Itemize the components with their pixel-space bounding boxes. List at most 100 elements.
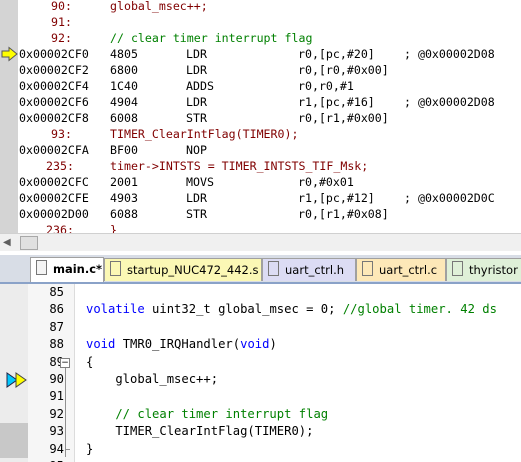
source-line-code: global_msec++; xyxy=(110,0,208,13)
tab-startup-nuc472-442-s[interactable]: startup_NUC472_442.s xyxy=(104,258,262,281)
changed-line-marker xyxy=(0,423,28,441)
editor-line[interactable]: 87 xyxy=(0,319,521,336)
disassembly-line[interactable]: 0x00002CF0 4805 LDR r0,[pc,#20] ; @0x00002D0… xyxy=(0,46,521,62)
line-number: 94 xyxy=(49,441,64,456)
editor-line[interactable]: 88 void TMR0_IRQHandler(void) xyxy=(0,336,521,353)
minus-box-icon[interactable]: − xyxy=(60,357,70,368)
changed-line-marker xyxy=(0,440,28,458)
file-icon xyxy=(268,261,279,276)
line-number: 90 xyxy=(49,372,64,386)
instruction-opcode: 4903 xyxy=(110,191,138,205)
editor-line[interactable]: 94} xyxy=(0,441,521,458)
instruction-opcode: 4805 xyxy=(110,47,138,61)
instruction-address: 0x00002CF4 xyxy=(19,79,89,93)
file-icon xyxy=(452,261,463,276)
editor-line[interactable]: 86 volatile uint32_t global_msec = 0; //g… xyxy=(0,301,521,318)
source-line-code: // clear timer interrupt flag xyxy=(110,31,313,45)
disassembly-line[interactable]: 0x00002CFE 4903 LDR r1,[pc,#12] ; @0x00002D0… xyxy=(0,190,521,206)
instruction-mnemonic: LDR xyxy=(186,95,207,109)
editor-line[interactable]: 89 { xyxy=(0,354,521,371)
line-code: volatile uint32_t global_msec = 0; //glo… xyxy=(86,301,497,318)
instruction-mnemonic: ADDS xyxy=(186,79,214,93)
code-token: uint32_t global_msec = 0; xyxy=(144,302,343,317)
editor-line[interactable]: 92 // clear timer interrupt flag xyxy=(0,406,521,423)
source-line[interactable]: 235: timer->INTSTS = TIMER_INTSTS_TIF_Msk… xyxy=(0,158,521,174)
line-number: 89 xyxy=(49,354,64,369)
instruction-opcode: 6008 xyxy=(110,111,138,125)
instruction-address: 0x00002CFC xyxy=(19,175,89,189)
source-line[interactable]: 93: TIMER_ClearIntFlag(TIMER0); xyxy=(0,126,521,142)
instruction-address: 0x00002D00 xyxy=(19,207,89,221)
disassembly-line[interactable]: 0x00002CF4 1C40 ADDS r0,r0,#1 xyxy=(0,78,521,94)
source-line-number: 235: xyxy=(46,159,74,173)
file-icon xyxy=(110,261,121,276)
source-editor[interactable]: 85 86 volatile uint32_t global_msec = 0; /… xyxy=(0,284,521,462)
instruction-address: 0x00002CFE xyxy=(19,191,89,205)
code-token: { xyxy=(86,354,94,369)
editor-line[interactable]: 95 xyxy=(0,458,521,462)
editor-line[interactable]: 93 TIMER_ClearIntFlag(TIMER0); xyxy=(0,423,521,440)
source-line[interactable]: 90: global_msec++; xyxy=(0,0,521,14)
editor-line[interactable]: 91 xyxy=(0,388,521,405)
disassembly-line[interactable]: 0x00002CF2 6800 LDR r0,[r0,#0x00] xyxy=(0,62,521,78)
tab-uart-ctrl-c[interactable]: uart_ctrl.c xyxy=(356,258,446,281)
instruction-mnemonic: STR xyxy=(186,111,207,125)
line-number: 92 xyxy=(49,406,64,421)
instruction-address: 0x00002CF8 xyxy=(19,111,89,125)
yellow-arrow-icon xyxy=(1,46,18,62)
source-line[interactable]: 92: // clear timer interrupt flag xyxy=(0,30,521,46)
disassembly-line[interactable]: 0x00002CF8 6008 STR r0,[r1,#0x00] xyxy=(0,110,521,126)
source-line-number: 92: xyxy=(51,31,72,45)
line-number: 91 xyxy=(49,389,64,404)
disassembly-line[interactable]: 0x00002CFA BF00 NOP xyxy=(0,142,521,158)
tab-uart-ctrl-h[interactable]: uart_ctrl.h xyxy=(262,258,356,281)
instruction-mnemonic: LDR xyxy=(186,63,207,77)
instruction-opcode: 6800 xyxy=(110,63,138,77)
instruction-address: 0x00002CFA xyxy=(19,143,89,157)
tab-thyristor[interactable]: thyristor xyxy=(446,258,521,281)
scroll-left-icon[interactable]: ◀ xyxy=(3,237,11,248)
disassembly-line[interactable]: 0x00002CF6 4904 LDR r1,[pc,#16] ; @0x00002D0… xyxy=(0,94,521,110)
disassembly-line[interactable]: 0x00002CFC 2001 MOVS r0,#0x01 xyxy=(0,174,521,190)
instruction-operands: r0,[r1,#0x00] xyxy=(298,111,389,125)
instruction-opcode: 4904 xyxy=(110,95,138,109)
line-number: 86 xyxy=(49,302,64,317)
file-icon xyxy=(362,261,373,276)
instruction-operands: r0,[r1,#0x08] xyxy=(298,207,389,221)
tab-label: main.c* xyxy=(53,262,103,276)
instruction-operands: r0,[pc,#20] xyxy=(298,47,375,61)
source-line-number: 91: xyxy=(51,15,72,29)
comment-token: // clear timer interrupt flag xyxy=(86,406,329,421)
instruction-operands: r0,r0,#1 xyxy=(298,79,354,93)
disassembly-line[interactable]: 0x00002D00 6088 STR r0,[r1,#0x08] xyxy=(0,206,521,222)
instruction-comment: ; @0x00002D08 xyxy=(404,47,495,61)
comment-token: //global timer. 42 ds xyxy=(342,302,497,317)
source-line-code: timer->INTSTS = TIMER_INTSTS_TIF_Msk; xyxy=(110,159,369,173)
source-line-number: 90: xyxy=(51,0,72,13)
instruction-operands: r1,[pc,#16] xyxy=(298,95,375,109)
instruction-address: 0x00002CF0 xyxy=(19,47,89,61)
keyword-token: void xyxy=(240,337,270,352)
source-line[interactable]: 91: xyxy=(0,14,521,30)
editor-tab-bar: main.c* startup_NUC472_442.s uart_ctrl.h ua… xyxy=(0,255,521,284)
line-number: 95 xyxy=(28,458,64,462)
editor-line[interactable]: 90 global_msec++; xyxy=(0,371,521,388)
horizontal-scrollbar[interactable]: ◀ xyxy=(0,233,521,251)
instruction-operands: r1,[pc,#12] xyxy=(298,191,375,205)
tab-main-c[interactable]: main.c* xyxy=(30,257,104,282)
line-code: void TMR0_IRQHandler(void) xyxy=(86,336,277,353)
disassembly-window[interactable]: 90: global_msec++; 91: 92: // clear timer in… xyxy=(0,0,521,234)
instruction-comment: ; @0x00002D08 xyxy=(404,95,495,109)
instruction-mnemonic: MOVS xyxy=(186,175,214,189)
instruction-mnemonic: LDR xyxy=(186,47,207,61)
line-number: 93 xyxy=(49,424,64,439)
code-token: TIMER_ClearIntFlag(TIMER0); xyxy=(86,424,314,439)
instruction-opcode: BF00 xyxy=(110,143,138,157)
keyword-token: volatile xyxy=(86,302,145,317)
line-number: 88 xyxy=(49,337,64,352)
scrollbar-thumb[interactable] xyxy=(20,236,38,250)
tab-label: startup_NUC472_442.s xyxy=(127,263,259,277)
editor-line[interactable]: 85 xyxy=(0,284,521,301)
line-code: global_msec++; xyxy=(86,371,218,388)
file-icon xyxy=(36,260,47,275)
